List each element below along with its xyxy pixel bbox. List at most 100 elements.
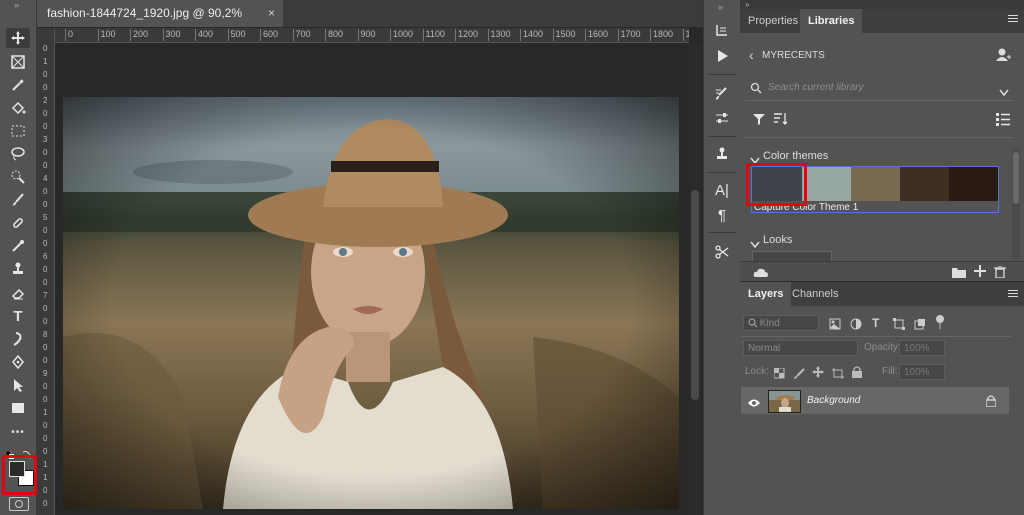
pen-icon[interactable] — [6, 352, 30, 372]
ruler-tick-label: 0 — [43, 447, 48, 456]
looks-chevron-icon[interactable] — [750, 236, 760, 249]
ruler-tick-label: 1 — [43, 473, 48, 482]
close-document-icon[interactable]: × — [268, 0, 275, 27]
lock-transparent-pixels-icon[interactable] — [773, 366, 785, 379]
filter-toggle-icon[interactable] — [935, 314, 945, 330]
character-icon[interactable]: A| — [712, 180, 732, 200]
vertical-ruler[interactable]: 0 1 0 0 2 0 0 3 0 0 4 0 0 5 0 0 6 0 0 7 0 0 8 0 0 9 0 0 1 0 0 0 1 1 0 0 — [37, 28, 55, 515]
theme-color-swatch[interactable] — [900, 167, 949, 201]
ruler-tick-label: 3 — [43, 135, 48, 144]
default-colors-icon[interactable] — [5, 446, 14, 459]
trash-icon[interactable] — [994, 265, 1006, 279]
filter-icon[interactable] — [753, 112, 767, 126]
rectangular-marquee-icon[interactable] — [6, 121, 30, 141]
library-search-input[interactable]: Search current library — [768, 82, 864, 93]
lock-label: Lock: — [745, 366, 769, 377]
ruler-tick-label: 190 — [682, 29, 689, 41]
ruler-tick-label: 0 — [43, 395, 48, 404]
ruler-tick-label: 1000 — [390, 29, 413, 41]
lasso-icon[interactable] — [6, 144, 30, 164]
quick-mask-icon[interactable] — [9, 497, 29, 511]
ruler-tick-label: 1 — [43, 460, 48, 469]
theme-color-swatch[interactable] — [851, 167, 900, 201]
lock-position-icon[interactable] — [812, 365, 824, 378]
layer-lock-icon[interactable] — [985, 394, 997, 408]
tab-channels[interactable]: Channels — [784, 282, 846, 306]
brush-icon[interactable] — [6, 190, 30, 210]
lock-artboard-icon[interactable] — [832, 366, 844, 379]
fill-label: Fill: — [882, 366, 898, 377]
smart-object-filter-icon[interactable] — [914, 317, 926, 330]
layer-filter-kind-label: Kind — [759, 318, 780, 329]
brush-settings-icon[interactable] — [712, 84, 732, 104]
ruler-tick-label: 0 — [43, 226, 48, 235]
type-tool-icon[interactable]: T — [6, 306, 30, 326]
color-themes-heading[interactable]: Color themes — [763, 150, 828, 162]
color-themes-chevron-icon[interactable] — [750, 152, 760, 165]
healing-brush-icon[interactable] — [6, 213, 30, 233]
move-tool-icon[interactable] — [6, 28, 30, 48]
horizontal-ruler[interactable]: 0 100 200 300 400 500 600 700 800 900 1000 1100 1200… — [55, 28, 689, 43]
panel-menu-icon[interactable] — [1008, 15, 1018, 25]
shape-filter-icon[interactable] — [893, 317, 905, 330]
layers-menu-icon[interactable] — [1008, 290, 1018, 300]
theme-color-swatch[interactable] — [802, 167, 851, 201]
expand-dock-icon[interactable]: » — [718, 2, 723, 12]
quick-selection-icon[interactable] — [6, 167, 30, 187]
more-tools-icon[interactable]: ••• — [6, 422, 30, 442]
cloud-icon[interactable] — [753, 265, 769, 277]
clone-stamp-icon[interactable] — [6, 236, 30, 256]
ruler-tick-label: 2 — [43, 96, 48, 105]
adjustment-filter-icon[interactable] — [850, 317, 862, 330]
theme-color-swatch[interactable] — [949, 167, 998, 201]
ruler-tick-label: 1100 — [422, 29, 445, 41]
list-view-icon[interactable] — [996, 112, 1010, 126]
blend-mode-select[interactable]: Normal — [743, 340, 858, 356]
fill-field[interactable]: 100% — [899, 364, 945, 380]
chevron-down-icon[interactable] — [999, 84, 1009, 97]
eyedropper-icon[interactable] — [6, 75, 30, 95]
sort-icon[interactable] — [773, 112, 789, 126]
history-icon[interactable] — [712, 20, 732, 40]
pixel-filter-icon[interactable] — [829, 317, 841, 330]
libraries-scrollbar-thumb[interactable] — [1013, 152, 1019, 204]
ruler-tick-label: 6 — [43, 252, 48, 261]
ruler-tick-label: 0 — [43, 486, 48, 495]
looks-heading[interactable]: Looks — [763, 234, 792, 246]
folder-icon[interactable] — [952, 265, 966, 278]
ruler-tick-label: 0 — [43, 83, 48, 92]
stamp-icon[interactable] — [6, 259, 30, 279]
rectangle-tool-icon[interactable] — [6, 398, 30, 418]
lock-image-pixels-icon[interactable] — [794, 366, 805, 379]
paint-bucket-icon[interactable] — [6, 98, 30, 118]
ruler-tick-label: 1600 — [585, 29, 608, 41]
paragraph-icon[interactable]: ¶ — [712, 205, 732, 225]
tool-presets-icon[interactable] — [712, 242, 732, 262]
play-actions-icon[interactable] — [712, 46, 732, 66]
adjustments-sliders-icon[interactable] — [712, 108, 732, 128]
eye-visibility-icon[interactable] — [747, 395, 761, 407]
collapse-panels-icon[interactable]: » — [745, 0, 749, 9]
lock-all-icon[interactable] — [852, 365, 862, 378]
type-filter-icon[interactable]: T — [872, 316, 884, 330]
clone-source-icon[interactable] — [712, 144, 732, 164]
document-tab[interactable]: fashion-1844724_1920.jpg @ 90,2% (RGB/8#… — [37, 0, 283, 47]
artboard-crop-icon[interactable] — [6, 52, 30, 72]
ruler-tick-label: 900 — [357, 29, 376, 41]
layer-name[interactable]: Background — [807, 395, 860, 406]
photo-illustration — [63, 97, 679, 509]
expand-toolbar-icon[interactable]: » — [14, 0, 19, 10]
vertical-scrollbar-thumb[interactable] — [691, 190, 699, 400]
collaborate-icon[interactable] — [995, 47, 1011, 63]
document-image[interactable] — [63, 97, 679, 509]
ruler-tick-label: 5 — [43, 213, 48, 222]
smudge-icon[interactable] — [6, 329, 30, 349]
tab-libraries[interactable]: Libraries — [800, 9, 863, 33]
opacity-field[interactable]: 100% — [899, 340, 945, 356]
path-selection-icon[interactable] — [6, 375, 30, 395]
highlight-box-colors — [2, 455, 37, 495]
layer-filter-kind[interactable]: Kind — [743, 315, 819, 331]
back-icon[interactable]: ‹ — [749, 47, 754, 63]
add-icon[interactable] — [973, 264, 987, 278]
eraser-icon[interactable] — [6, 283, 30, 303]
